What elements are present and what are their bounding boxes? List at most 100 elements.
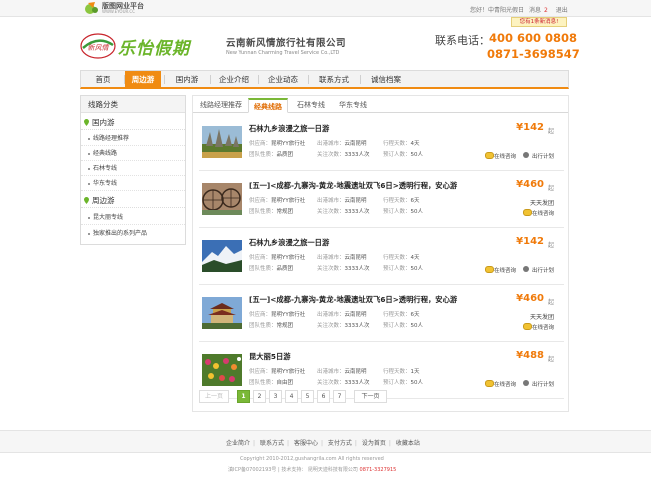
product-thumbnail[interactable] <box>202 183 242 215</box>
departure-value: 云南昆明 <box>344 255 367 261</box>
tab-classic[interactable]: 经典线路 <box>248 98 288 113</box>
next-page-button[interactable]: 下一页 <box>354 390 387 403</box>
support-label: 技术支持： <box>281 467 307 473</box>
footer-link-bookmark[interactable]: 收藏本站 <box>396 440 420 447</box>
online-consult-button[interactable]: 在线咨询 <box>522 323 554 331</box>
footer-link-homepage[interactable]: 设为首页 <box>362 440 386 447</box>
sidebar-category-nearby[interactable]: 周边游 <box>81 194 185 208</box>
page-button[interactable]: 2 <box>253 390 266 403</box>
main-nav: 首页 周边游 国内游 企业介绍 企业动态 联系方式 诚信档案 <box>80 70 569 89</box>
departure-meta: 出港城市：云南昆明 <box>317 312 367 318</box>
nav-item-credit[interactable]: 诚信档案 <box>361 71 411 88</box>
supplier-value[interactable]: 昆明YY旅行社 <box>271 255 305 261</box>
product-title[interactable]: 石林九乡浪漫之旅一日游 <box>249 124 329 134</box>
tel-local: 0871-3698547 <box>487 47 580 61</box>
supplier-value[interactable]: 昆明YY旅行社 <box>271 198 305 204</box>
supplier-value[interactable]: 昆明YY旅行社 <box>271 141 305 147</box>
sidebar: 线路分类 国内游 线路经理推荐 经典线路 石林专线 华东专线 周边游 昆大丽专线… <box>80 95 186 245</box>
supplier-value[interactable]: 昆明YY旅行社 <box>271 312 305 318</box>
user-links: 您好！中青阳光假日 消息 2 退出 <box>470 5 571 14</box>
prev-page-button[interactable]: 上一页 <box>199 390 229 403</box>
platform-logo-icon[interactable] <box>84 1 100 15</box>
location-pin-icon <box>84 197 89 204</box>
tab-stone-forest[interactable]: 石林专线 <box>292 98 330 113</box>
support-company[interactable]: 昆明天迹科技有限公司 <box>308 467 358 473</box>
nav-item-home[interactable]: 首页 <box>83 71 123 88</box>
group-type-meta: 团队性质：常规团 <box>249 323 294 329</box>
booked-meta: 预订人数：50人 <box>383 266 424 272</box>
online-consult-button[interactable]: 在线咨询 <box>522 209 554 217</box>
travel-plan-button[interactable]: 出行计划 <box>522 266 554 274</box>
footer-link-payment[interactable]: 支付方式 <box>328 440 352 447</box>
brand-title: 乐怡假期 <box>118 39 190 59</box>
departure-meta: 出港城市：云南昆明 <box>317 369 367 375</box>
page-button[interactable]: 3 <box>269 390 282 403</box>
supplier-meta: 供应商：昆明YY旅行社 <box>249 198 306 204</box>
product-card: [五一]<成都-九寨沟-黄龙-地震遗址双飞6日>透明行程，安心游供应商：昆明YY… <box>199 172 564 228</box>
sidebar-item-east-china[interactable]: 华东专线 <box>81 177 185 191</box>
product-thumbnail[interactable] <box>202 354 242 386</box>
product-thumbnail[interactable] <box>202 126 242 158</box>
online-consult-button[interactable]: 在线咨询 <box>484 380 516 388</box>
sidebar-item-kunming-dali-lijiang[interactable]: 昆大丽专线 <box>81 211 185 225</box>
brand-logo-icon[interactable]: 新风情 <box>80 33 116 59</box>
attention-value: 3333人次 <box>344 152 370 158</box>
location-pin-icon <box>84 119 89 126</box>
nav-item-domestic[interactable]: 国内游 <box>165 71 209 88</box>
online-consult-button[interactable]: 在线咨询 <box>484 152 516 160</box>
departure-value: 云南昆明 <box>344 369 367 375</box>
supplier-meta: 供应商：昆明YY旅行社 <box>249 255 306 261</box>
product-list-panel: 线路经理推荐 经典线路 石林专线 华东专线 石林九乡浪漫之旅一日游供应商：昆明Y… <box>192 95 569 412</box>
footer-link-about[interactable]: 企业简介 <box>226 440 250 447</box>
new-message-notice[interactable]: 您有1条新消息! <box>511 17 567 27</box>
product-title[interactable]: [五一]<成都-九寨沟-黄龙-地震遗址双飞6日>透明行程，安心游 <box>249 181 457 191</box>
product-card: 石林九乡浪漫之旅一日游 供应商：昆明YY旅行社 出港城市：云南昆明 行程天数：4天 团队… <box>199 229 564 285</box>
page-button[interactable]: 4 <box>285 390 298 403</box>
duration-meta: 行程天数：6天 <box>383 312 420 318</box>
messages-link[interactable]: 消息 2 <box>529 7 551 14</box>
duration-meta: 行程天数：4天 <box>383 141 420 147</box>
tab-east-china[interactable]: 华东专线 <box>334 98 372 113</box>
booked-value: 50人 <box>410 209 424 215</box>
booked-value: 50人 <box>410 266 424 272</box>
tel-hotline: 400 600 0808 <box>489 31 578 45</box>
company-name-en: New Yunnan Charming Travel Service Co.,L… <box>226 50 340 56</box>
nav-item-nearby[interactable]: 周边游 <box>125 71 161 88</box>
travel-plan-button[interactable]: 出行计划 <box>522 152 554 160</box>
group-type-value: 品质团 <box>276 152 294 158</box>
group-type-meta: 团队性质：品质团 <box>249 266 294 272</box>
product-price: ¥142 <box>516 236 544 247</box>
sidebar-item-classic[interactable]: 经典线路 <box>81 147 185 161</box>
sidebar-category-label: 周边游 <box>92 196 115 205</box>
product-title[interactable]: 石林九乡浪漫之旅一日游 <box>249 238 329 248</box>
footer-link-contact[interactable]: 联系方式 <box>260 440 284 447</box>
sidebar-item-exclusive[interactable]: 独家推出的系列产品 <box>81 227 185 241</box>
duration-value: 6天 <box>410 198 420 204</box>
sidebar-item-manager-picks[interactable]: 线路经理推荐 <box>81 132 185 146</box>
product-thumbnail[interactable] <box>202 240 242 272</box>
online-consult-button[interactable]: 在线咨询 <box>484 266 516 274</box>
page-button[interactable]: 5 <box>301 390 314 403</box>
product-title[interactable]: 昆大丽5日游 <box>249 352 291 362</box>
nav-item-about[interactable]: 企业介绍 <box>211 71 257 88</box>
page-button[interactable]: 7 <box>333 390 346 403</box>
product-thumbnail[interactable] <box>202 297 242 329</box>
logout-link[interactable]: 退出 <box>556 7 568 14</box>
nav-item-contact[interactable]: 联系方式 <box>309 71 359 88</box>
duration-value: 1天 <box>410 369 420 375</box>
travel-plan-button[interactable]: 出行计划 <box>522 380 554 388</box>
duration-value: 4天 <box>410 255 420 261</box>
sidebar-category-domestic[interactable]: 国内游 <box>81 116 185 130</box>
page-button[interactable]: 6 <box>317 390 330 403</box>
nav-item-news[interactable]: 企业动态 <box>259 71 307 88</box>
supplier-value[interactable]: 昆明YY旅行社 <box>271 369 305 375</box>
product-title[interactable]: [五一]<成都-九寨沟-黄龙-地震遗址双飞6日>透明行程，安心游 <box>249 295 457 305</box>
footer-link-service[interactable]: 客服中心 <box>294 440 318 447</box>
group-type-meta: 团队性质：自由团 <box>249 380 294 386</box>
price-unit: 起 <box>547 128 554 135</box>
page-button[interactable]: 1 <box>237 390 250 403</box>
tab-manager-picks[interactable]: 线路经理推荐 <box>196 98 246 113</box>
group-type-meta: 团队性质：常规团 <box>249 209 294 215</box>
sidebar-title: 线路分类 <box>81 96 185 113</box>
sidebar-item-stone-forest[interactable]: 石林专线 <box>81 162 185 176</box>
